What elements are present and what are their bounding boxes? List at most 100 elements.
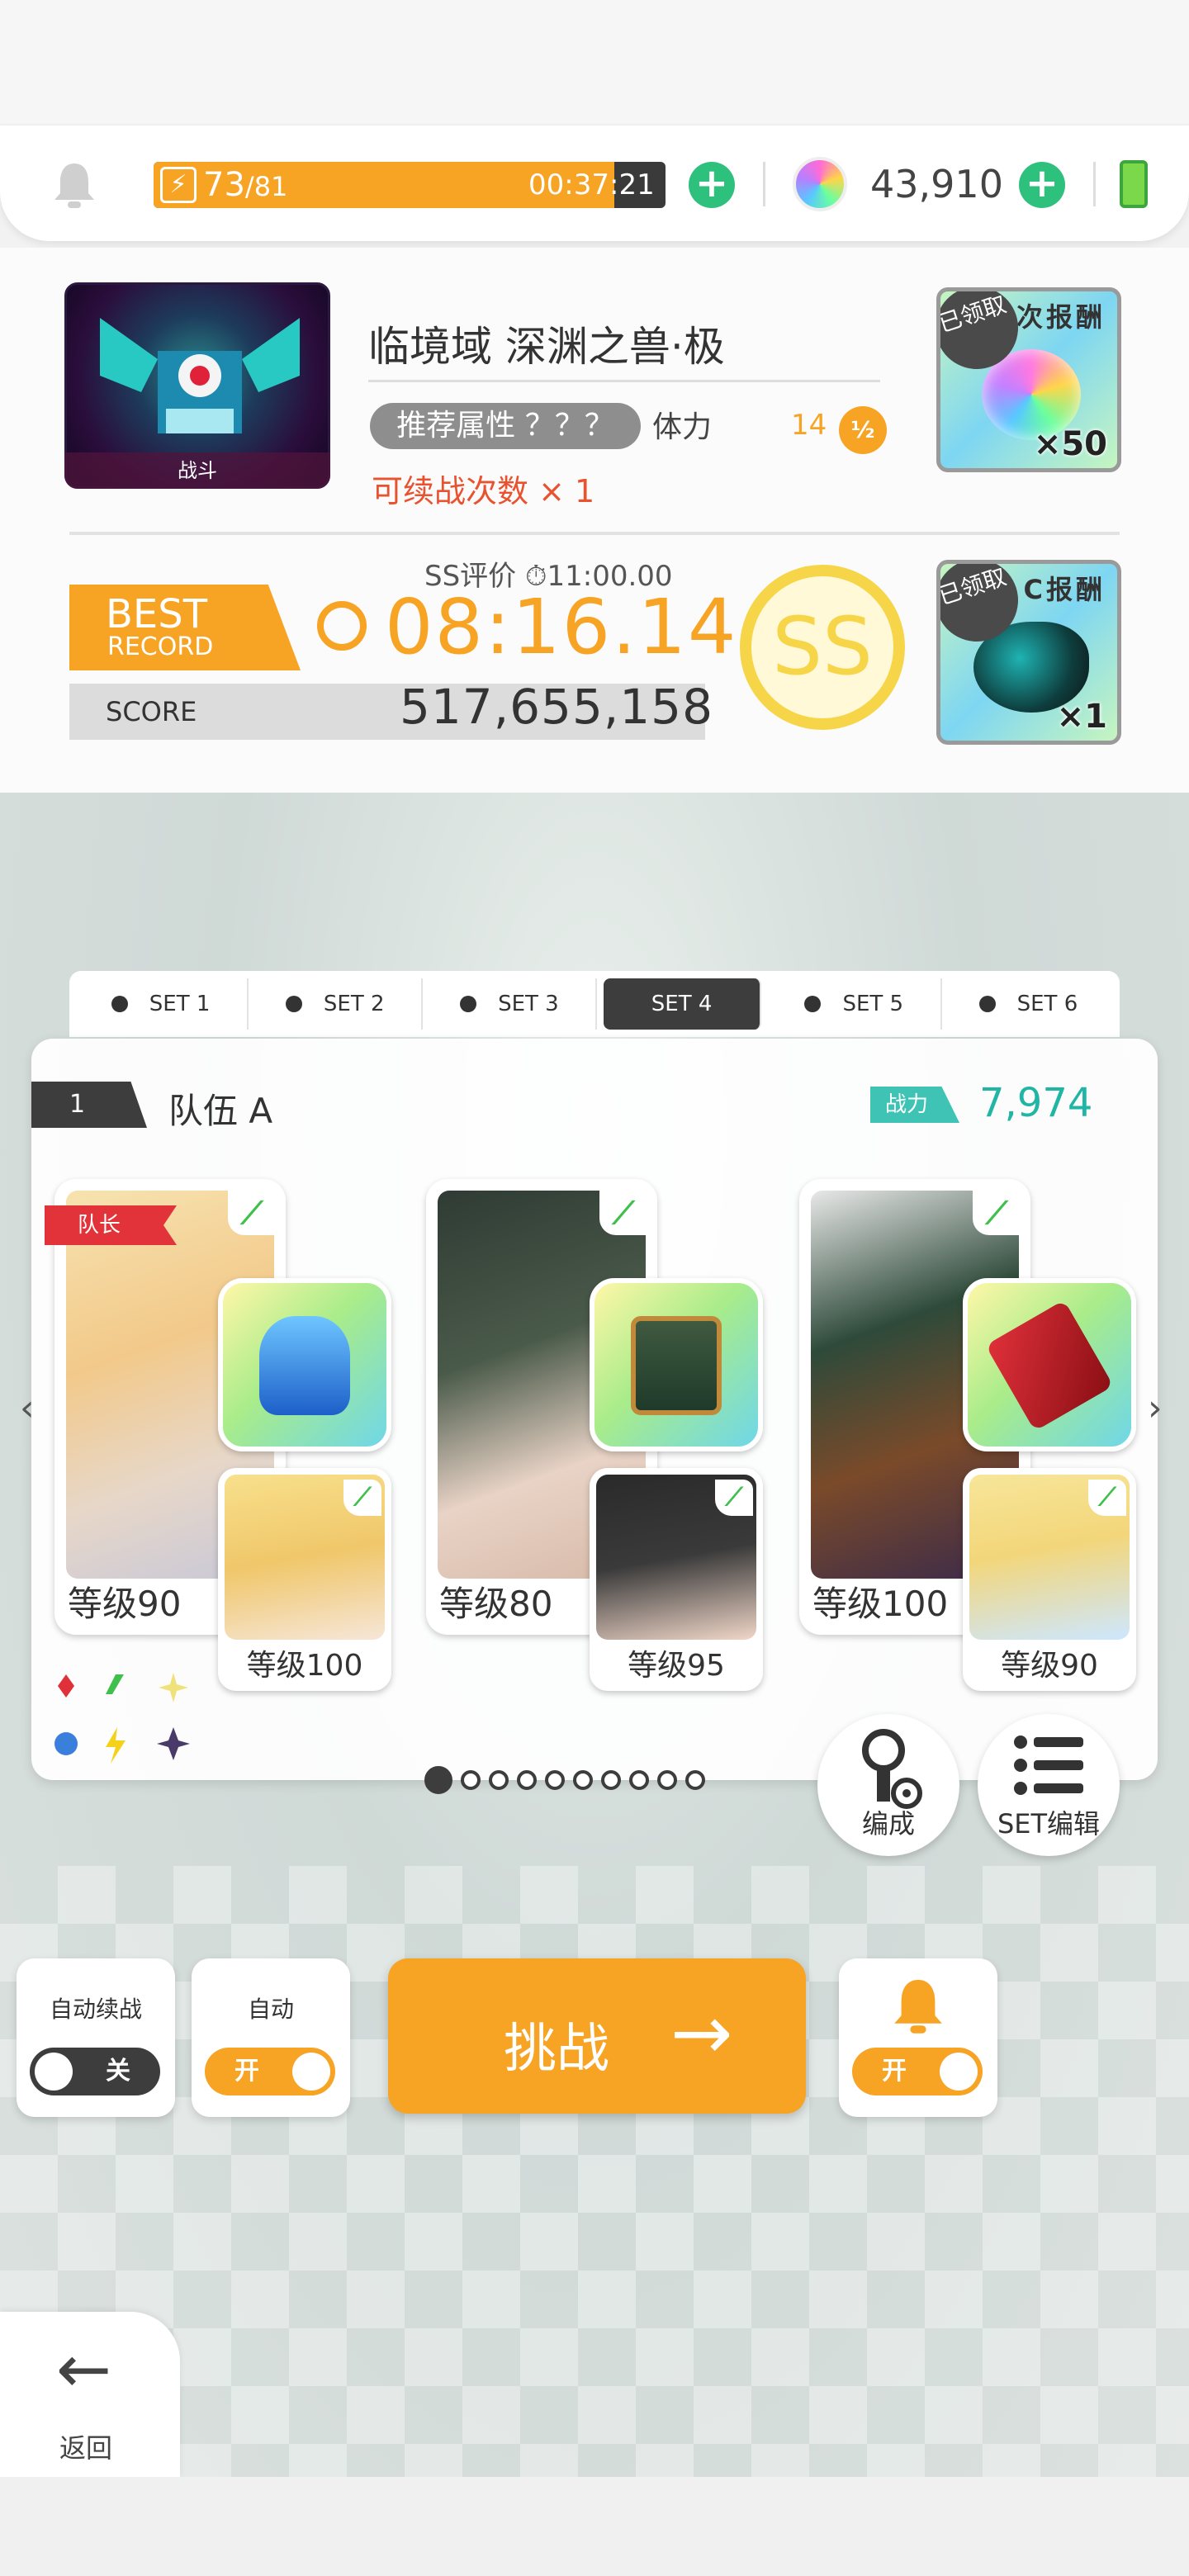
tab-set-1[interactable]: SET 1 — [74, 978, 249, 1030]
list-icon — [1014, 1735, 1083, 1795]
chevron-right-icon[interactable]: › — [1148, 1384, 1172, 1433]
reward-box-rank[interactable]: C报酬 已领取 ×1 — [936, 560, 1121, 745]
half-cost-icon: ½ — [839, 406, 887, 454]
toggle-state: 开 — [882, 2057, 907, 2086]
tab-set-5[interactable]: SET 5 — [768, 978, 942, 1030]
character-gear-icon — [862, 1729, 922, 1809]
divider — [1093, 162, 1096, 206]
recommended-attribute-badge: 推荐属性 ？？？ — [370, 403, 641, 449]
back-label: 返回 — [59, 2432, 113, 2464]
auto-continue-card: 自动续战 关 — [17, 1958, 175, 2117]
formation-button[interactable]: 编成 — [817, 1714, 959, 1856]
tab-set-3[interactable]: SET 3 — [423, 978, 598, 1030]
boss-thumbnail-label: 战斗 — [64, 452, 330, 489]
equipment-slot-2[interactable] — [590, 1278, 763, 1451]
best-label: BEST — [106, 591, 208, 637]
page-dot[interactable] — [461, 1770, 481, 1790]
sub-unit-slot-2[interactable]: ⟋ 等级95 — [590, 1468, 763, 1691]
record-label: RECORD — [107, 632, 214, 661]
tab-label: SET 4 — [651, 992, 713, 1016]
page-dot[interactable] — [685, 1770, 705, 1790]
chevron-left-icon[interactable]: ‹ — [20, 1384, 45, 1433]
team-number: 1 — [31, 1082, 147, 1128]
tab-dot-icon — [804, 996, 822, 1012]
divider — [69, 532, 1120, 535]
equipment-slot-3[interactable] — [963, 1278, 1136, 1451]
team-name: 队伍 A — [168, 1091, 273, 1131]
sub-unit-slot-1[interactable]: ⟋ 等级100 — [218, 1468, 391, 1691]
add-stamina-button[interactable]: + — [689, 162, 735, 208]
stopwatch-icon — [317, 601, 367, 651]
wind-element-icon: ⟋ — [343, 1480, 381, 1516]
page-dot[interactable] — [424, 1766, 452, 1794]
page-dot[interactable] — [573, 1770, 593, 1790]
page-dot[interactable] — [629, 1770, 649, 1790]
gem-count: 43,910 — [870, 162, 1003, 206]
wind-element-icon: ⟋ — [715, 1480, 753, 1516]
toggle-state: 关 — [106, 2057, 130, 2086]
challenge-label: 挑战 — [504, 2019, 609, 2080]
add-gems-button[interactable]: + — [1019, 162, 1065, 208]
unit-level: 等级90 — [68, 1584, 182, 1624]
stamina-count: 73/81 — [203, 166, 288, 204]
battery-icon — [1120, 160, 1148, 208]
page-dot[interactable] — [657, 1770, 677, 1790]
notification-bell-icon[interactable] — [50, 159, 99, 210]
notify-toggle[interactable]: 开 — [852, 2048, 983, 2095]
stamina-cost-label: 体力 — [652, 410, 713, 444]
unit-level: 等级80 — [439, 1584, 553, 1624]
tab-dot-icon — [285, 996, 302, 1012]
notify-card: 开 — [839, 1958, 997, 2117]
score-value: 517,655,158 — [400, 679, 713, 735]
tab-dot-icon — [111, 996, 128, 1012]
stamina-cost-value: 14 — [791, 409, 827, 442]
tab-dot-icon — [978, 996, 996, 1012]
tab-set-4[interactable]: SET 4 — [604, 978, 761, 1030]
sub-unit-level: 等级95 — [628, 1649, 725, 1683]
tab-label: SET 5 — [842, 992, 904, 1016]
continue-count: 可续战次数 × 1 — [372, 473, 595, 509]
wind-element-icon: ⟋ — [599, 1191, 647, 1235]
leader-ribbon: 队长 — [45, 1205, 177, 1245]
reward-quantity: ×50 — [1033, 425, 1107, 463]
bell-icon — [894, 1980, 942, 2034]
sub-unit-level: 等级100 — [246, 1649, 363, 1683]
tab-label: SET 1 — [149, 992, 211, 1016]
sub-unit-level: 等级90 — [1001, 1649, 1098, 1683]
wind-element-icon: ⟋ — [973, 1191, 1021, 1235]
system-nav-strip — [0, 2477, 1189, 2576]
page-dot[interactable] — [601, 1770, 621, 1790]
formation-label: 编成 — [861, 1808, 915, 1840]
rainbow-gem-icon — [793, 157, 847, 211]
page-dot[interactable] — [517, 1770, 537, 1790]
reward-quantity: ×1 — [1056, 698, 1107, 736]
lightning-icon: ⚡ — [160, 167, 197, 203]
tab-set-6[interactable]: SET 6 — [942, 978, 1115, 1030]
auto-label: 自动 — [247, 1996, 294, 2023]
auto-continue-label: 自动续战 — [49, 1996, 142, 2023]
auto-continue-toggle[interactable]: 关 — [30, 2048, 160, 2095]
arrow-right-icon: → — [670, 1990, 733, 2076]
page-dot[interactable] — [545, 1770, 565, 1790]
reward-title: C报酬 — [1023, 574, 1106, 605]
divider — [763, 162, 765, 206]
set-edit-label: SET编辑 — [997, 1808, 1101, 1840]
element-chart-icon — [54, 1673, 190, 1764]
toggle-state: 开 — [234, 2057, 259, 2086]
tab-set-2[interactable]: SET 2 — [249, 978, 424, 1030]
reward-box-first-clear[interactable]: 次报酬 已领取 ×50 — [936, 287, 1121, 472]
power-value: 7,974 — [979, 1080, 1093, 1126]
unit-level: 等级100 — [812, 1584, 949, 1624]
green-book-icon — [631, 1316, 722, 1415]
set-edit-button[interactable]: SET编辑 — [978, 1714, 1120, 1856]
equipment-slot-1[interactable] — [218, 1278, 391, 1451]
wind-element-icon: ⟋ — [228, 1191, 276, 1235]
tab-label: SET 3 — [498, 992, 559, 1016]
rank-badge: SS — [740, 565, 905, 730]
best-time: 08:16.14 — [385, 583, 738, 671]
auto-card: 自动 开 — [192, 1958, 350, 2117]
auto-toggle[interactable]: 开 — [205, 2048, 335, 2095]
sub-unit-slot-3[interactable]: ⟋ 等级90 — [963, 1468, 1136, 1691]
tab-label: SET 2 — [323, 992, 385, 1016]
page-dot[interactable] — [489, 1770, 509, 1790]
